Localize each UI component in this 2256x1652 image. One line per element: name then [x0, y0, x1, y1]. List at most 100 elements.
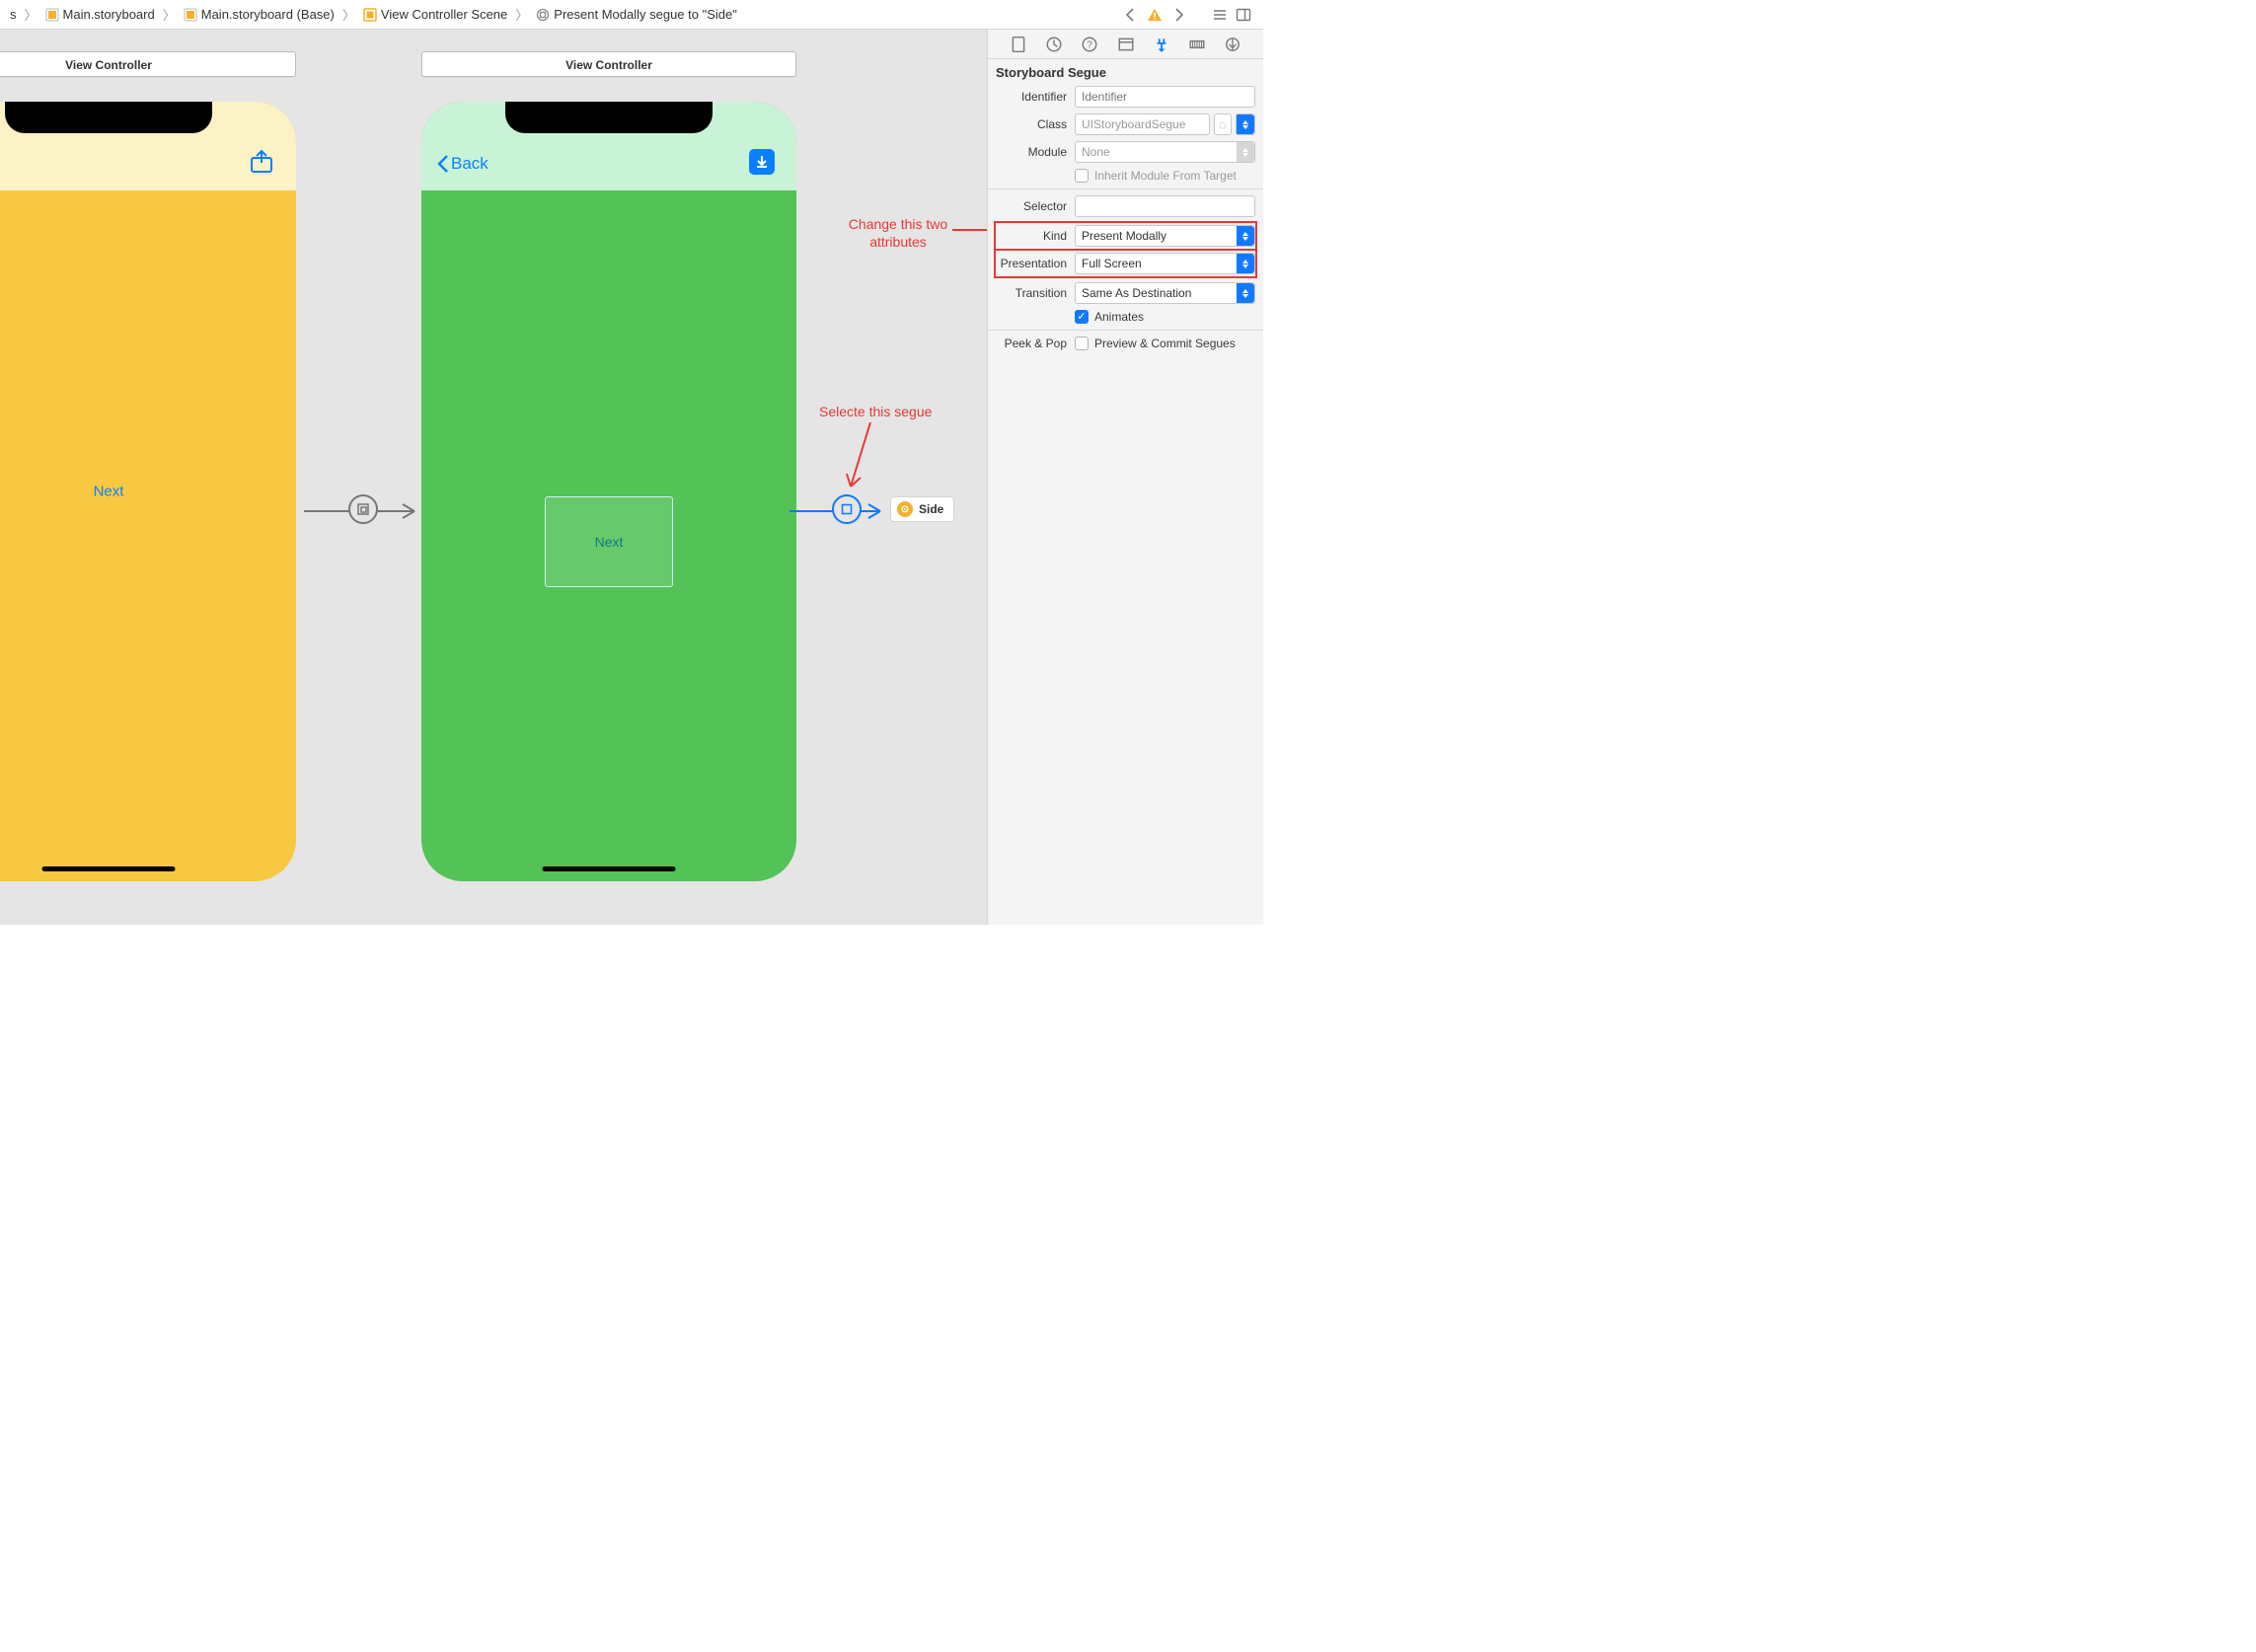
scene-title-label: View Controller [565, 58, 652, 72]
file-inspector-icon[interactable] [1010, 36, 1027, 53]
annotation-arrow-icon [952, 223, 987, 237]
peek-pop-row: Peek & Pop Preview & Commit Segues [996, 337, 1255, 350]
connections-inspector-icon[interactable] [1224, 36, 1241, 53]
canvas-inner: View Controller Next [0, 30, 987, 925]
class-dropdown-button[interactable] [1236, 113, 1255, 135]
segue-symbol-gray[interactable] [348, 494, 378, 524]
crumb-truncated[interactable]: s [6, 5, 21, 24]
crumb-label: Present Modally segue to "Side" [554, 7, 737, 22]
presentation-value: Full Screen [1076, 257, 1237, 270]
divider [988, 330, 1263, 331]
storyboard-reference-side[interactable]: ⊙ Side [890, 496, 954, 522]
module-label: Module [996, 145, 1075, 159]
segue-icon [536, 8, 550, 22]
warning-icon[interactable] [1147, 7, 1163, 23]
animates-row: Animates [996, 310, 1255, 324]
chevron-right-icon: 〉 [513, 5, 530, 24]
module-select[interactable]: None [1075, 141, 1255, 163]
inspector-section-title: Storyboard Segue [988, 59, 1263, 86]
chevron-right-icon: 〉 [340, 5, 357, 24]
presentation-select[interactable]: Full Screen [1075, 253, 1255, 274]
device-notch [505, 102, 713, 133]
scene-title-bar[interactable]: View Controller [421, 51, 796, 77]
presentation-row-highlighted: Presentation Full Screen [996, 251, 1255, 276]
crumb-storyboard[interactable]: Main.storyboard [41, 5, 159, 24]
attributes-inspector-icon[interactable] [1153, 36, 1170, 53]
home-indicator [42, 866, 176, 871]
chevron-right-icon: 〉 [23, 5, 39, 24]
scene-title-bar[interactable]: View Controller [0, 51, 296, 77]
animates-label: Animates [1094, 310, 1144, 324]
kind-value: Present Modally [1076, 229, 1237, 243]
kind-select[interactable]: Present Modally [1075, 225, 1255, 247]
size-inspector-icon[interactable] [1188, 36, 1206, 53]
main-split: View Controller Next [0, 30, 1263, 925]
device-frame: Back Next [421, 102, 796, 881]
class-label: Class [996, 117, 1075, 131]
share-icon[interactable] [249, 149, 274, 175]
transition-label: Transition [996, 286, 1075, 300]
selector-input[interactable] [1075, 195, 1255, 217]
crumb-label: View Controller Scene [381, 7, 507, 22]
kind-row-highlighted: Kind Present Modally [996, 223, 1255, 249]
nav-back-button[interactable] [1123, 7, 1139, 23]
container-view-selected[interactable]: Next [545, 496, 673, 587]
selector-label: Selector [996, 199, 1075, 213]
crumb-storyboard-base[interactable]: Main.storyboard (Base) [180, 5, 338, 24]
identifier-label: Identifier [996, 90, 1075, 104]
transition-value: Same As Destination [1076, 286, 1237, 300]
identifier-input[interactable] [1075, 86, 1255, 108]
storyboard-canvas[interactable]: View Controller Next [0, 30, 987, 925]
scene-title-label: View Controller [65, 58, 152, 72]
container-label: Next [595, 534, 624, 550]
xcode-window: s 〉 Main.storyboard 〉 Main.storyboard (B… [0, 0, 1263, 925]
nav-forward-button[interactable] [1170, 7, 1186, 23]
class-value: UIStoryboardSegue [1076, 117, 1209, 131]
inspector-panel: ? Storyboard Segue Identifier Class UISt… [987, 30, 1263, 925]
help-inspector-icon[interactable]: ? [1081, 36, 1098, 53]
inherit-module-label: Inherit Module From Target [1094, 169, 1237, 183]
crumb-segue[interactable]: Present Modally segue to "Side" [532, 5, 741, 24]
segue-symbol-selected[interactable] [832, 494, 862, 524]
inspector-tab-bar: ? [988, 30, 1263, 59]
storyboard-reference-icon: ⊙ [897, 501, 913, 517]
crumb-label: Main.storyboard [63, 7, 155, 22]
home-indicator [543, 866, 676, 871]
module-value: None [1076, 145, 1237, 159]
back-label: Back [451, 154, 489, 174]
inspector-form: Identifier Class UIStoryboardSegue ◌ Mod… [988, 86, 1263, 366]
next-button[interactable]: Next [94, 484, 124, 500]
svg-text:?: ? [1088, 39, 1093, 50]
view-controller-left[interactable]: View Controller Next [0, 51, 296, 881]
selector-row: Selector [996, 195, 1255, 217]
annotation-change-attrs: Change this two attributes [839, 215, 957, 251]
kind-label: Kind [996, 229, 1075, 243]
class-row: Class UIStoryboardSegue ◌ [996, 113, 1255, 135]
transition-select[interactable]: Same As Destination [1075, 282, 1255, 304]
back-button[interactable]: Back [437, 154, 489, 174]
peek-pop-value: Preview & Commit Segues [1094, 337, 1236, 350]
animates-checkbox[interactable] [1075, 310, 1089, 324]
class-jump-button[interactable]: ◌ [1214, 113, 1232, 135]
crumb-scene[interactable]: View Controller Scene [359, 5, 511, 24]
class-select[interactable]: UIStoryboardSegue [1075, 113, 1210, 135]
jump-bar: s 〉 Main.storyboard 〉 Main.storyboard (B… [0, 0, 1263, 30]
view-controller-right[interactable]: View Controller Back Next [421, 51, 796, 881]
download-icon[interactable] [749, 149, 775, 175]
outline-toggle-icon[interactable] [1212, 7, 1228, 23]
inherit-module-row: Inherit Module From Target [996, 169, 1255, 183]
peek-pop-checkbox[interactable] [1075, 337, 1089, 350]
transition-row: Transition Same As Destination [996, 282, 1255, 304]
peek-pop-label: Peek & Pop [996, 337, 1075, 350]
crumb-label: s [10, 7, 17, 22]
inherit-module-checkbox[interactable] [1075, 169, 1089, 183]
adjust-editor-icon[interactable] [1236, 7, 1251, 23]
crumb-label: Main.storyboard (Base) [201, 7, 335, 22]
identity-inspector-icon[interactable] [1117, 36, 1135, 53]
scene-icon [363, 8, 377, 22]
history-inspector-icon[interactable] [1045, 36, 1063, 53]
device-notch [5, 102, 212, 133]
storyboard-file-icon [184, 8, 197, 22]
identifier-row: Identifier [996, 86, 1255, 108]
annotation-arrow-icon [841, 422, 880, 496]
